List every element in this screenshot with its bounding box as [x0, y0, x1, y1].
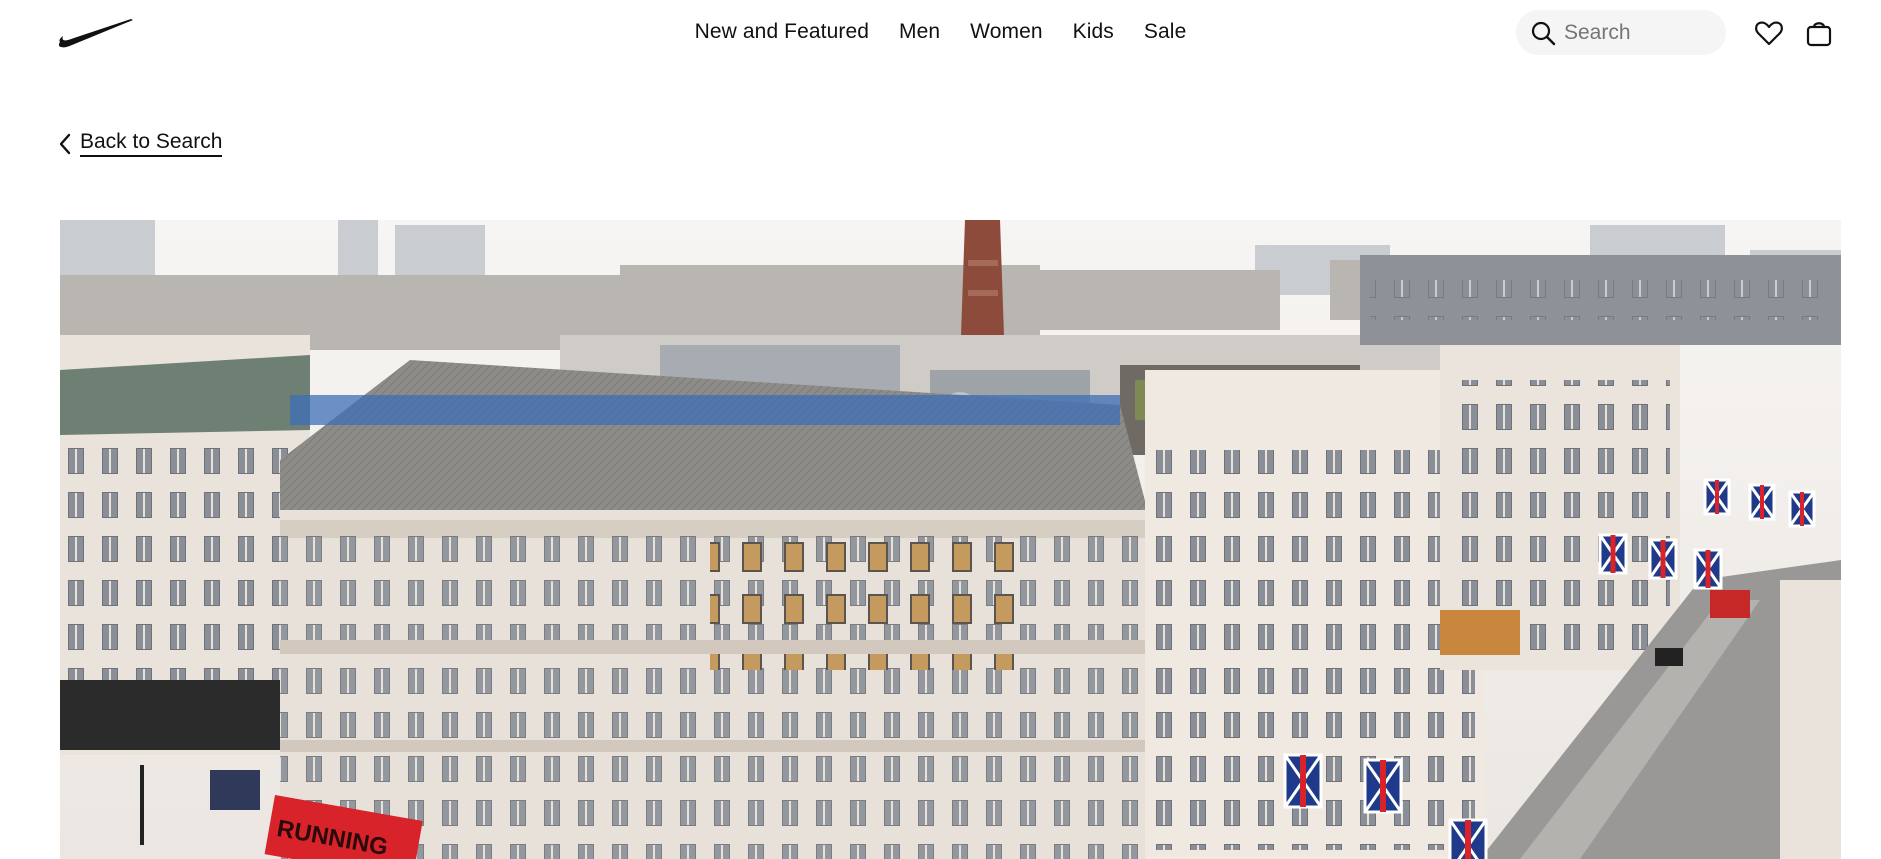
site-header: New and Featured Men Women Kids Sale — [0, 0, 1881, 64]
back-to-search-link[interactable]: Back to Search — [58, 131, 223, 157]
store-photo: RUNNING — [60, 220, 1841, 859]
heart-icon[interactable] — [1754, 18, 1784, 48]
nav-item-women[interactable]: Women — [970, 20, 1042, 44]
nav-item-sale[interactable]: Sale — [1144, 20, 1186, 44]
search-icon[interactable] — [1530, 20, 1556, 46]
nav-item-men[interactable]: Men — [899, 20, 940, 44]
swoosh-logo[interactable] — [58, 18, 134, 48]
bag-icon[interactable] — [1804, 18, 1834, 48]
nav-item-new-and-featured[interactable]: New and Featured — [695, 20, 869, 44]
store-photo-illustration: RUNNING — [60, 220, 1841, 859]
search-input[interactable] — [1564, 10, 1714, 55]
nav-item-kids[interactable]: Kids — [1073, 20, 1114, 44]
search-box[interactable] — [1516, 10, 1726, 55]
chevron-left-icon — [59, 133, 71, 155]
back-link-label: Back to Search — [80, 131, 223, 157]
